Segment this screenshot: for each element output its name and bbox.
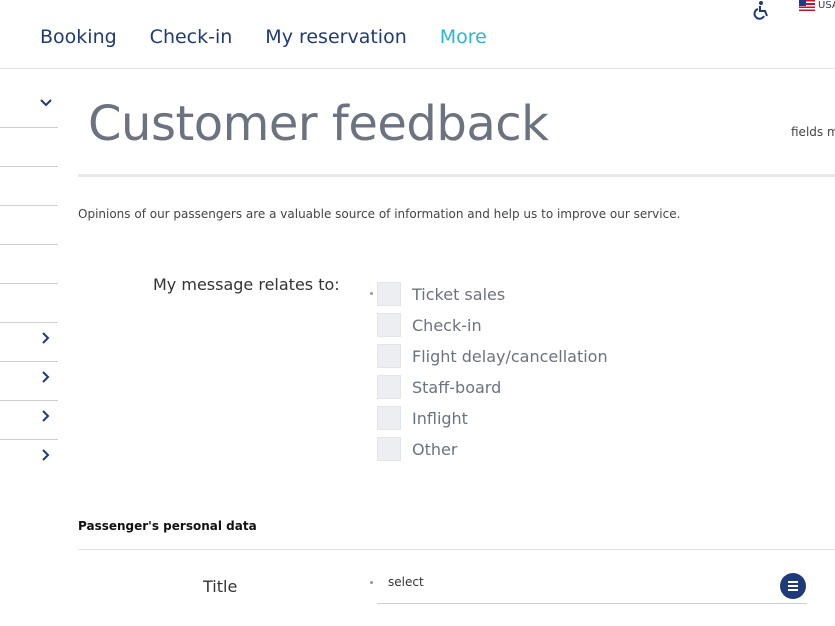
required-fields-note: fields m [791,125,835,139]
sidebar-divider [0,205,58,206]
option-label: Staff-board [412,377,502,397]
menu-list-icon[interactable] [780,573,806,599]
section-title-personal-data: Passenger's personal data [78,519,257,533]
chevron-right-icon[interactable] [40,332,52,344]
nav-booking[interactable]: Booking [40,26,117,48]
checkbox[interactable] [377,375,401,399]
intro-text: Opinions of our passengers are a valuabl… [78,207,681,221]
page-title: Customer feedback [88,96,549,152]
option-label: Check-in [412,315,482,335]
sidebar-divider [0,361,58,362]
sidebar-divider [0,322,58,323]
sidebar-divider [0,400,58,401]
sidebar-divider [0,127,58,128]
option-ticket-sales[interactable]: Ticket sales [377,282,505,306]
checkbox[interactable] [377,406,401,430]
chevron-right-icon[interactable] [40,371,52,383]
option-staff-board[interactable]: Staff-board [377,375,501,399]
option-label: Flight delay/cancellation [412,346,608,366]
locale-selector[interactable]: USA [799,0,835,11]
option-inflight[interactable]: Inflight [377,406,468,430]
sidebar-divider [0,283,58,284]
relates-to-label: My message relates to: [153,275,340,294]
title-select-underline [377,603,807,604]
sidebar-divider [0,439,58,440]
title-divider [78,174,835,177]
option-flight-delay[interactable]: Flight delay/cancellation [377,344,608,368]
option-other[interactable]: Other [377,437,457,461]
required-marker [370,292,373,295]
sidebar-divider [0,244,58,245]
checkbox[interactable] [377,282,401,306]
option-label: Ticket sales [412,284,506,304]
us-flag-icon [799,0,815,11]
nav-my-reservation[interactable]: My reservation [265,26,406,48]
title-field-label: Title [203,577,238,596]
checkbox[interactable] [377,313,401,337]
chevron-right-icon[interactable] [40,449,52,461]
option-check-in[interactable]: Check-in [377,313,482,337]
title-select[interactable]: select [388,575,424,589]
main-nav: Booking Check-in My reservation More [40,26,520,48]
chevron-down-icon[interactable] [40,97,52,109]
option-label: Other [412,439,458,459]
chevron-right-icon[interactable] [40,410,52,422]
option-label: Inflight [412,408,468,428]
checkbox[interactable] [377,437,401,461]
wheelchair-icon[interactable] [751,0,773,20]
checkbox[interactable] [377,344,401,368]
sidebar-divider [0,166,58,167]
header-divider [0,68,835,69]
nav-check-in[interactable]: Check-in [150,26,233,48]
locale-label: USA [818,0,835,11]
required-marker [370,581,373,584]
nav-more[interactable]: More [440,26,487,48]
section-divider [78,549,835,550]
